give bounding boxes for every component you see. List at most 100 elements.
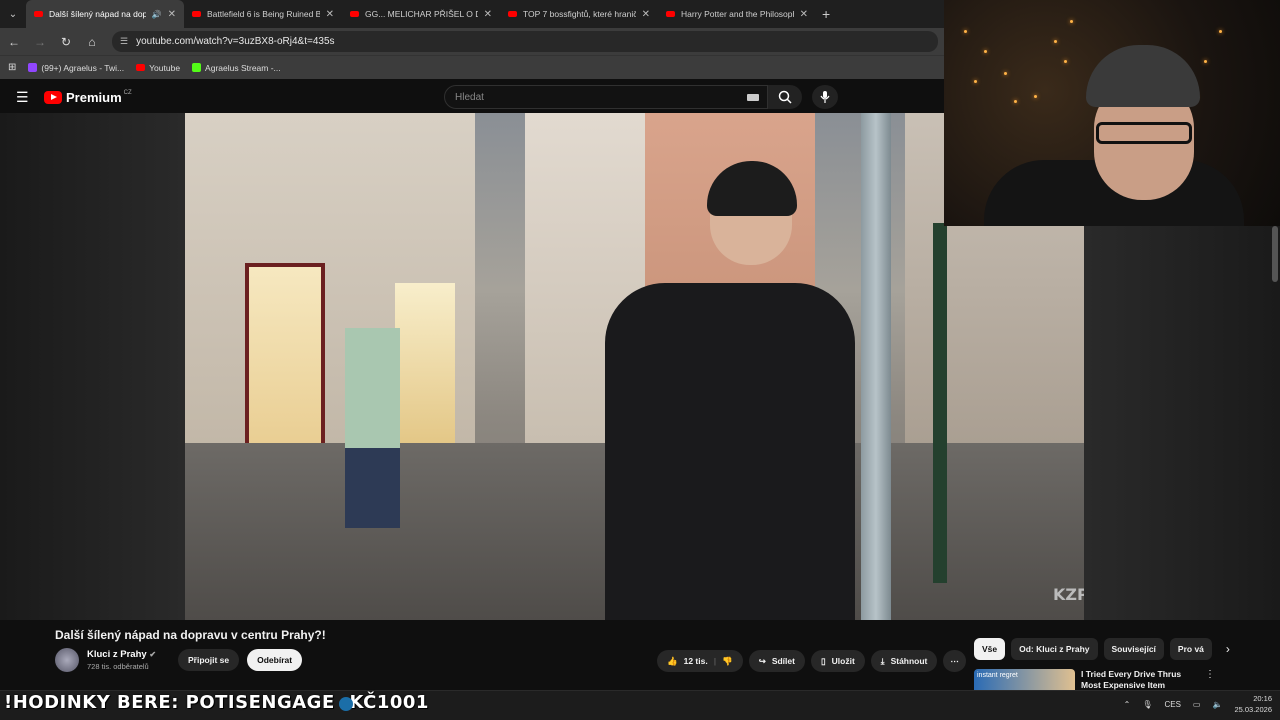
url-text: youtube.com/watch?v=3uzBX8-oRj4&t=435s (136, 36, 335, 47)
tab-title: Battlefield 6 is Being Ruined By (207, 9, 320, 19)
forward-icon[interactable]: → (34, 35, 46, 49)
youtube-favicon-icon (666, 11, 675, 17)
close-tab-icon[interactable]: ✕ (326, 9, 334, 20)
tab-bar: ⌄ Další šílený nápad na dopr... 🔊 ✕ Batt… (0, 0, 944, 28)
recommendation-chips: Vše Od: Kluci z Prahy Související Pro vá… (974, 638, 1230, 660)
download-label: Stáhnout (890, 656, 928, 666)
thumbs-up-icon: 👍 (667, 655, 678, 666)
thumbs-down-icon[interactable]: 👎 (722, 656, 733, 667)
more-icon: ⋯ (950, 655, 959, 666)
microphone-icon (820, 91, 830, 103)
bookmark-kick[interactable]: Agraelus Stream -... (192, 63, 281, 73)
keyboard-icon[interactable] (747, 94, 759, 101)
bookmark-icon: ▯ (820, 655, 826, 666)
tab-search-icon[interactable]: ⌄ (0, 0, 26, 28)
video-title: Další šílený nápad na dopravu v centru P… (55, 628, 326, 642)
system-tray: ⌃ 🎙 CES ▭ 🔈 20:16 25.03.2026 (1124, 693, 1272, 715)
chevron-right-icon[interactable]: › (1226, 642, 1230, 656)
site-info-icon[interactable]: ☰ (120, 36, 128, 47)
bookmark-label: Youtube (149, 62, 181, 73)
chip-all[interactable]: Vše (974, 638, 1006, 660)
more-actions-button[interactable]: ⋯ (943, 650, 966, 672)
scrollbar[interactable] (1272, 226, 1278, 282)
chip-for-you[interactable]: Pro vá (1169, 638, 1212, 660)
home-icon[interactable]: ⌂ (86, 35, 98, 49)
close-tab-icon[interactable]: ✕ (168, 9, 176, 20)
chip-from-channel[interactable]: Od: Kluci z Prahy (1011, 638, 1098, 660)
youtube-favicon-icon (192, 11, 201, 17)
steam-icon[interactable] (339, 697, 353, 711)
bookmark-label: Agraelus Stream -... (205, 62, 281, 73)
search-input[interactable]: Hledat (444, 85, 768, 109)
video-actions: 👍 12 tis. | 👎 ↪ Sdílet ▯ Uložit ⤓ Stáhno… (657, 650, 966, 672)
youtube-play-icon (44, 90, 62, 104)
youtube-favicon-icon (34, 11, 43, 17)
join-button[interactable]: Připojit se (178, 649, 240, 671)
channel-row: Kluci z Prahy ✔ 728 tis. odběratelů Přip… (55, 648, 303, 672)
speaker-icon[interactable]: 🔊 (152, 10, 162, 19)
search-button[interactable] (768, 85, 802, 109)
search-icon (778, 90, 792, 104)
channel-name[interactable]: Kluci z Prahy ✔ (87, 649, 156, 660)
save-button[interactable]: ▯ Uložit (810, 650, 865, 672)
language-indicator[interactable]: CES (1164, 700, 1180, 709)
new-tab-icon[interactable]: + (822, 6, 830, 22)
pole (861, 113, 891, 620)
chevron-up-icon[interactable]: ⌃ (1124, 700, 1131, 709)
verified-icon: ✔ (149, 650, 157, 659)
subscribe-button[interactable]: Odebírat (247, 649, 303, 671)
time: 20:16 (1253, 694, 1272, 703)
divider: | (713, 656, 717, 666)
youtube-header: ☰ Premium CZ Hledat (0, 81, 944, 113)
streamer-cap (1086, 45, 1200, 107)
clock[interactable]: 20:16 25.03.2026 (1234, 693, 1272, 715)
player-blur-left (0, 113, 185, 620)
streamer-webcam (944, 0, 1280, 226)
bookmark-youtube[interactable]: Youtube (136, 63, 180, 73)
tab-title: GG... MELICHAR PŘIŠEL O DALŠ (365, 9, 478, 19)
network-icon[interactable]: ▭ (1193, 700, 1201, 709)
logo-text: Premium (66, 89, 122, 105)
close-tab-icon[interactable]: ✕ (484, 9, 492, 20)
microphone-icon[interactable]: 🎙 (1142, 700, 1152, 709)
close-tab-icon[interactable]: ✕ (642, 9, 650, 20)
url-field[interactable]: ☰ youtube.com/watch?v=3uzBX8-oRj4&t=435s (112, 31, 938, 52)
bookmarks-bar: ⊞ (99+) Agraelus - Twi... Youtube Agrael… (0, 55, 944, 79)
tab-title: TOP 7 bossfightů, které hraničí (523, 9, 636, 19)
stream-ticker: !HODINKY BERE: POTISENGAGE -KČ1001 (4, 692, 429, 713)
tab-2[interactable]: GG... MELICHAR PŘIŠEL O DALŠ ✕ (342, 0, 500, 28)
tab-title: Další šílený nápad na dopr... (49, 9, 146, 19)
apps-grid-icon[interactable]: ⊞ (8, 62, 16, 73)
channel-info: Kluci z Prahy ✔ 728 tis. odběratelů (87, 649, 156, 671)
tab-0[interactable]: Další šílený nápad na dopr... 🔊 ✕ (26, 0, 184, 28)
youtube-favicon-icon (350, 11, 359, 17)
bookmark-twitch[interactable]: (99+) Agraelus - Twi... (28, 63, 124, 73)
download-button[interactable]: ⤓ Stáhnout (870, 650, 938, 672)
download-icon: ⤓ (880, 655, 885, 666)
youtube-favicon-icon (508, 11, 517, 17)
save-label: Uložit (831, 656, 855, 666)
tab-3[interactable]: TOP 7 bossfightů, které hraničí ✕ (500, 0, 658, 28)
presenter-body (605, 283, 855, 620)
chip-related[interactable]: Související (1103, 638, 1164, 660)
like-count: 12 tis. (683, 656, 708, 666)
date: 25.03.2026 (1234, 705, 1272, 714)
volume-icon[interactable]: 🔈 (1212, 700, 1222, 709)
youtube-logo[interactable]: Premium CZ (44, 90, 132, 105)
share-label: Sdílet (771, 656, 795, 666)
bookmark-label: (99+) Agraelus - Twi... (41, 62, 125, 73)
tab-title: Harry Potter and the Philosoph (681, 9, 794, 19)
menu-icon[interactable]: ☰ (16, 89, 30, 106)
like-button[interactable]: 👍 12 tis. | 👎 (657, 650, 743, 672)
kick-icon (192, 63, 202, 72)
reload-icon[interactable]: ↻ (60, 35, 72, 49)
tab-1[interactable]: Battlefield 6 is Being Ruined By ✕ (184, 0, 342, 28)
close-tab-icon[interactable]: ✕ (800, 9, 808, 20)
share-button[interactable]: ↪ Sdílet (748, 650, 805, 672)
share-icon: ↪ (758, 655, 766, 666)
back-icon[interactable]: ← (8, 35, 20, 49)
youtube-icon (136, 64, 146, 71)
voice-search-button[interactable] (812, 85, 838, 109)
tab-4[interactable]: Harry Potter and the Philosoph ✕ (658, 0, 816, 28)
channel-avatar[interactable] (55, 648, 79, 672)
